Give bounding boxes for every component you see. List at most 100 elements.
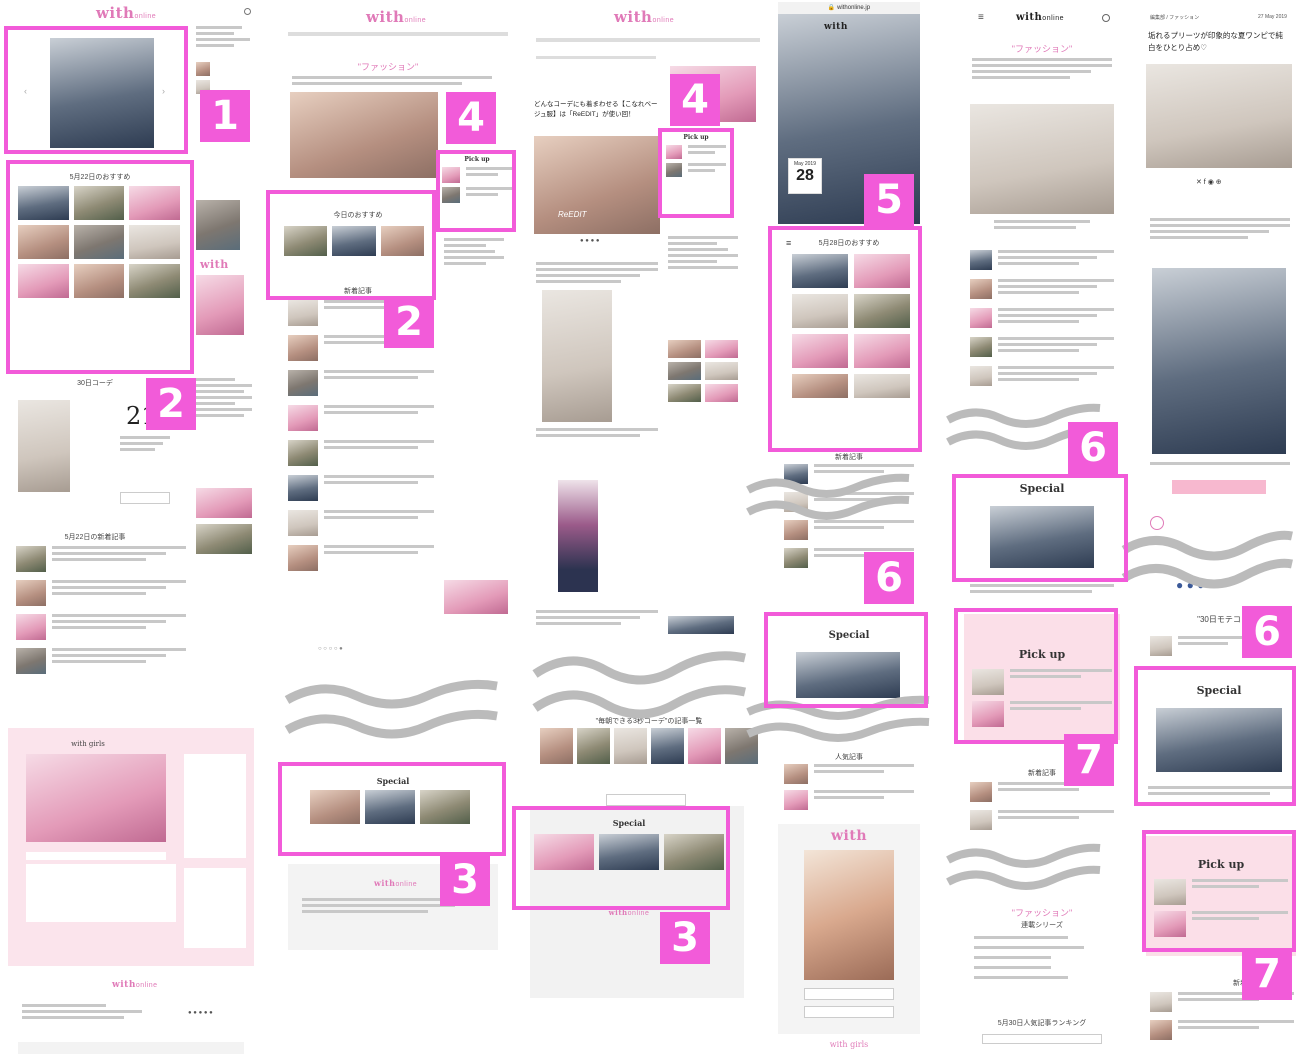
article-image[interactable] xyxy=(542,290,612,422)
callout-number: 4 xyxy=(446,92,496,144)
list-item[interactable] xyxy=(970,337,1114,357)
list-item[interactable] xyxy=(16,614,186,640)
girls-sidebar xyxy=(184,754,246,858)
breadcrumb[interactable] xyxy=(536,56,656,59)
highlight-box-5 xyxy=(768,226,922,452)
magazine-cover[interactable] xyxy=(196,275,244,335)
list-item[interactable] xyxy=(288,405,434,431)
category-description xyxy=(292,76,492,85)
sidebar-banner[interactable] xyxy=(444,580,508,614)
callout-number: 7 xyxy=(1242,948,1292,1000)
list-item[interactable] xyxy=(288,510,434,536)
sidebar-banner[interactable] xyxy=(196,488,252,518)
highlight-box-6 xyxy=(952,474,1128,582)
article-thumb xyxy=(970,782,992,802)
ranking-tabs[interactable] xyxy=(982,1034,1102,1044)
global-nav[interactable] xyxy=(536,38,760,42)
article-thumb xyxy=(288,545,318,571)
coord-image[interactable] xyxy=(18,400,70,492)
list-item[interactable] xyxy=(1150,1020,1294,1040)
sidebar-links xyxy=(668,236,738,269)
article-image[interactable] xyxy=(558,480,598,592)
site-logo[interactable]: withonline xyxy=(366,8,426,26)
related-more-button[interactable] xyxy=(606,794,686,806)
callout-number: 3 xyxy=(660,912,710,964)
category-hero-image[interactable] xyxy=(290,92,438,178)
search-icon[interactable] xyxy=(244,8,251,15)
article-thumb xyxy=(16,648,46,674)
list-item[interactable] xyxy=(16,546,186,572)
logo-suffix: online xyxy=(404,17,427,24)
sidebar-ranking xyxy=(196,378,252,417)
share-icons[interactable]: ✕ f ◉ ⊕ xyxy=(1196,178,1222,186)
magazine-buy-button[interactable] xyxy=(804,988,894,1000)
article-thumb xyxy=(288,335,318,361)
related-grid xyxy=(540,728,758,764)
list-item[interactable] xyxy=(16,648,186,674)
list-item[interactable] xyxy=(970,308,1114,328)
highlight-box-6 xyxy=(1134,666,1296,806)
sidebar-ad[interactable] xyxy=(196,200,240,250)
footer-social-icons[interactable]: ● ● ● ● ● xyxy=(188,1010,213,1016)
date-card: May 2019 28 xyxy=(788,158,822,194)
site-logo[interactable]: withonline xyxy=(1016,12,1064,23)
sidebar-banner[interactable] xyxy=(668,616,734,634)
article-title: どんなコーデにも着まわせる【こなれベージュ服】は「ReEDIT」が使い回！ xyxy=(534,101,658,118)
callout-number: 6 xyxy=(1068,422,1118,474)
sidebar-thumb[interactable] xyxy=(196,62,210,76)
magazine-panel: with xyxy=(778,824,920,1034)
highlight-box-1 xyxy=(4,26,188,154)
list-item[interactable] xyxy=(288,545,434,571)
girls-group-photo[interactable] xyxy=(26,754,166,842)
hero-brand-label: ReEDIT xyxy=(558,210,587,219)
list-item[interactable] xyxy=(16,580,186,606)
section-title-new: 新着記事 xyxy=(835,454,863,461)
search-icon[interactable] xyxy=(1102,14,1110,22)
highlight-box-3 xyxy=(278,762,506,856)
article-body xyxy=(536,610,658,625)
list-item[interactable] xyxy=(970,279,1114,299)
breadcrumb[interactable]: 編集部 / ファッション xyxy=(1150,14,1199,21)
list-item[interactable] xyxy=(784,790,914,810)
article-hero-image[interactable] xyxy=(534,136,660,234)
coord-more-button[interactable] xyxy=(120,492,170,504)
article-thumb xyxy=(970,308,992,328)
list-item[interactable] xyxy=(1150,636,1250,656)
mobile-url-bar[interactable]: 🔒 withonline.jp xyxy=(778,2,920,14)
highlight-box-6 xyxy=(764,612,928,708)
site-logo[interactable]: withonline xyxy=(614,8,674,26)
logo-text: with xyxy=(1016,12,1043,23)
article-cta-button[interactable] xyxy=(1172,480,1266,494)
site-logo[interactable]: with xyxy=(824,22,848,32)
logo-suffix: online xyxy=(134,13,157,20)
series-list[interactable] xyxy=(974,936,1084,979)
magazine-cover[interactable] xyxy=(804,850,894,980)
callout-number: 4 xyxy=(670,74,720,126)
article-hero-image[interactable] xyxy=(1146,64,1292,168)
article-image[interactable] xyxy=(1152,268,1286,454)
list-item[interactable] xyxy=(288,475,434,501)
sidebar-banner[interactable] xyxy=(196,524,252,554)
list-item[interactable] xyxy=(288,370,434,396)
callout-number: 2 xyxy=(384,296,434,348)
site-logo[interactable]: withonline xyxy=(96,4,156,22)
list-item[interactable] xyxy=(970,810,1114,830)
list-item[interactable] xyxy=(288,440,434,466)
magazine-more-button[interactable] xyxy=(804,1006,894,1018)
hamburger-menu-icon[interactable]: ≡ xyxy=(978,12,984,23)
list-item[interactable] xyxy=(784,764,914,784)
article-thumb xyxy=(970,810,992,830)
girls-tabs xyxy=(26,852,166,860)
sidebar-links xyxy=(196,26,250,47)
list-item[interactable] xyxy=(970,366,1114,386)
article-thumb xyxy=(16,580,46,606)
new-article-list xyxy=(16,546,186,674)
logo-text: with xyxy=(366,8,405,26)
pagination[interactable]: ○ ○ ○ ○ ● xyxy=(318,646,343,652)
sidebar-thumb-grid xyxy=(668,340,738,402)
hero-caption xyxy=(994,220,1090,229)
share-icons[interactable]: ● ● ● ● xyxy=(580,238,600,244)
global-nav[interactable] xyxy=(288,32,508,36)
list-item[interactable] xyxy=(970,250,1114,270)
category-hero-image[interactable] xyxy=(970,104,1114,214)
